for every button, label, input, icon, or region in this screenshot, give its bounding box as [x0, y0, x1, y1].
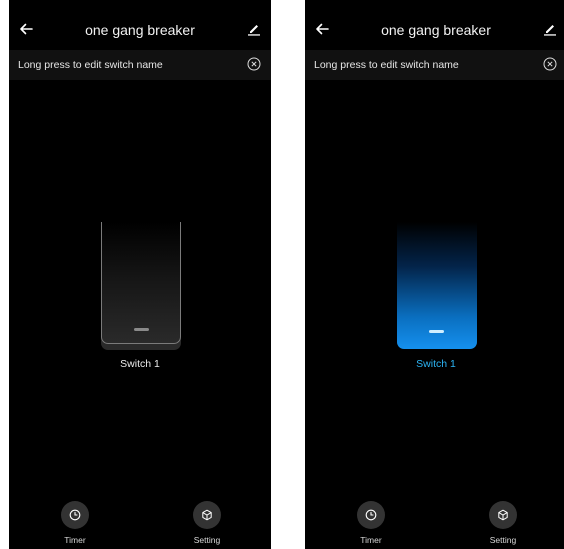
hint-text: Long press to edit switch name	[18, 59, 163, 71]
switch-1-label[interactable]: Switch 1	[305, 358, 564, 370]
timer-label: Timer	[64, 535, 86, 545]
switch-1-label[interactable]: Switch 1	[9, 358, 271, 370]
hint-text: Long press to edit switch name	[314, 59, 459, 71]
screen-switch-on: one gang breaker Long press to edit swit…	[305, 0, 564, 549]
timer-label: Timer	[360, 535, 382, 545]
edit-pencil-icon[interactable]	[247, 22, 261, 36]
page-title: one gang breaker	[85, 22, 195, 38]
timer-button[interactable]	[357, 501, 385, 529]
setting-button[interactable]	[489, 501, 517, 529]
close-icon[interactable]	[543, 57, 557, 71]
setting-label: Setting	[193, 535, 221, 545]
switch-1-button[interactable]	[397, 222, 477, 349]
hint-banner: Long press to edit switch name	[305, 50, 564, 80]
clock-icon	[365, 509, 377, 521]
header: one gang breaker	[9, 0, 271, 50]
header: one gang breaker	[305, 0, 564, 50]
switch-1-button[interactable]	[101, 222, 181, 344]
screen-switch-off: one gang breaker Long press to edit swit…	[9, 0, 271, 549]
timer-button[interactable]	[61, 501, 89, 529]
cube-icon	[202, 509, 212, 521]
switch-handle	[429, 330, 444, 333]
page-title: one gang breaker	[381, 22, 491, 38]
cube-icon	[498, 509, 508, 521]
clock-icon	[69, 509, 81, 521]
close-icon[interactable]	[247, 57, 261, 71]
edit-pencil-icon[interactable]	[543, 22, 557, 36]
hint-banner: Long press to edit switch name	[9, 50, 271, 80]
setting-button[interactable]	[193, 501, 221, 529]
switch-handle	[134, 328, 149, 331]
setting-label: Setting	[489, 535, 517, 545]
